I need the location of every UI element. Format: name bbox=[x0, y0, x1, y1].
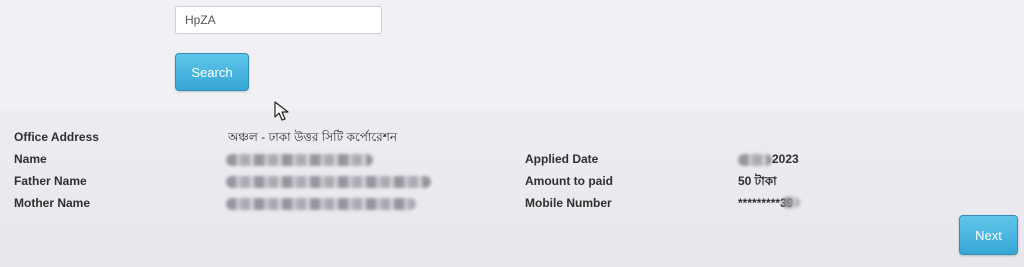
applied-date-value: 2023 bbox=[772, 152, 799, 166]
applied-date-redacted bbox=[738, 154, 772, 166]
mouse-cursor-icon bbox=[274, 101, 289, 121]
search-section bbox=[0, 0, 1024, 110]
office-address-value: অঞ্চল - ঢাকা উত্তর সিটি কর্পোরেশন bbox=[228, 130, 398, 144]
mother-name-label: Mother Name bbox=[14, 196, 91, 210]
name-value-redacted bbox=[226, 154, 373, 166]
father-name-label: Father Name bbox=[14, 174, 87, 188]
office-address-label: Office Address bbox=[14, 130, 99, 144]
father-name-value-redacted bbox=[226, 176, 431, 188]
next-button[interactable]: Next bbox=[959, 215, 1018, 255]
captcha-input[interactable]: HpZA bbox=[175, 6, 382, 34]
name-label: Name bbox=[14, 152, 47, 166]
applied-date-label: Applied Date bbox=[525, 152, 599, 166]
amount-to-paid-label: Amount to paid bbox=[525, 174, 613, 188]
mobile-number-label: Mobile Number bbox=[525, 196, 612, 210]
amount-to-paid-value: 50 টাকা bbox=[738, 174, 777, 188]
application-details-section bbox=[0, 110, 1024, 267]
search-button[interactable]: Search bbox=[175, 53, 249, 91]
mother-name-value-redacted bbox=[226, 198, 416, 210]
mobile-number-redacted bbox=[782, 197, 800, 208]
